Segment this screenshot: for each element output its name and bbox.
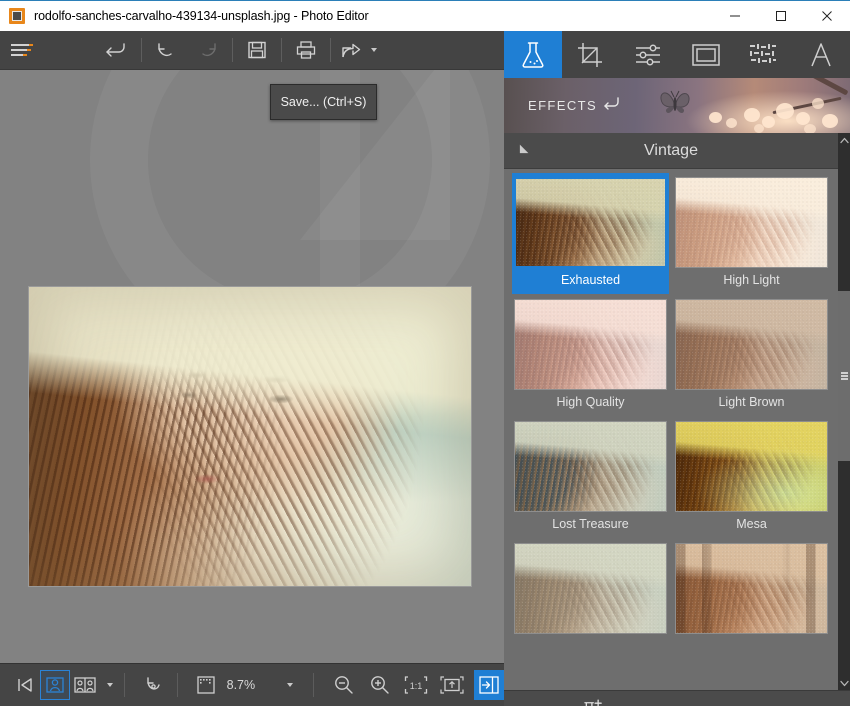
menu-button[interactable] <box>0 31 44 70</box>
minimize-button[interactable] <box>712 1 758 32</box>
effect-item-7[interactable] <box>512 539 669 646</box>
effect-item-high-light[interactable]: High Light <box>673 173 830 294</box>
effect-label: Mesa <box>736 517 767 531</box>
effect-item-8[interactable] <box>673 539 830 646</box>
window-controls <box>712 1 850 32</box>
status-divider-1 <box>123 673 125 697</box>
maximize-button[interactable] <box>758 1 804 32</box>
rotate-button[interactable] <box>138 670 168 700</box>
compare-dropdown-caret[interactable] <box>106 683 113 687</box>
effects-scrollbar[interactable] <box>838 133 850 690</box>
collapse-triangle-icon[interactable] <box>515 144 529 157</box>
single-image-view-button[interactable] <box>39 670 70 700</box>
effect-label: Exhausted <box>560 273 621 287</box>
save-settings-as-new-effect-button[interactable]: Save settings as new effect <box>504 690 850 706</box>
tab-text[interactable] <box>792 31 850 78</box>
effect-item-light-brown[interactable]: Light Brown <box>673 295 830 416</box>
effect-thumbnail[interactable] <box>514 421 667 512</box>
effect-item-high-quality[interactable]: High Quality <box>512 295 669 416</box>
effect-label <box>673 634 830 646</box>
effect-thumbnail[interactable] <box>675 177 828 268</box>
toolbar-divider-2 <box>232 38 233 62</box>
scroll-up-arrow-icon[interactable] <box>838 133 850 147</box>
zoom-out-button[interactable] <box>329 670 359 700</box>
tab-frame[interactable] <box>677 31 735 78</box>
effect-item-exhausted[interactable]: Exhausted <box>512 173 669 294</box>
close-button[interactable] <box>804 1 850 32</box>
right-panel: EFFECTS Vintage Exhausted High Light Hig… <box>504 31 850 706</box>
toolbar-divider-1 <box>141 38 142 62</box>
effect-label: High Quality <box>556 395 625 409</box>
tab-crop[interactable] <box>562 31 620 78</box>
tab-texture[interactable] <box>734 31 792 78</box>
image-file-icon <box>9 8 25 24</box>
effect-thumbnail[interactable] <box>675 543 828 634</box>
print-button[interactable] <box>285 31 327 70</box>
step-back-button[interactable] <box>145 31 187 70</box>
texture-icon <box>750 43 777 63</box>
effect-thumbnail[interactable] <box>514 543 667 634</box>
undo-button[interactable] <box>96 31 138 70</box>
title-bar: rodolfo-sanches-carvalho-439134-unsplash… <box>0 0 850 31</box>
canvas-area[interactable] <box>0 70 504 663</box>
effect-label <box>512 634 669 646</box>
section-title: Vintage <box>644 141 698 159</box>
tab-adjust[interactable] <box>619 31 677 78</box>
window-title: rodolfo-sanches-carvalho-439134-unsplash… <box>34 9 369 23</box>
panel-tabs <box>504 31 850 78</box>
zoom-in-button[interactable] <box>365 670 395 700</box>
toolbar-divider-4 <box>330 38 331 62</box>
effect-label: High Light <box>723 273 780 287</box>
frame-icon <box>691 43 720 66</box>
scrollbar-track[interactable] <box>838 147 850 676</box>
share-button[interactable] <box>334 31 368 70</box>
status-divider-3 <box>312 673 314 697</box>
zoom-dropdown-caret[interactable] <box>286 683 293 687</box>
effect-thumbnail[interactable] <box>514 299 667 390</box>
step-forward-button <box>187 31 229 70</box>
effect-thumbnail[interactable] <box>514 177 667 268</box>
flask-icon <box>522 41 544 68</box>
effect-item-mesa[interactable]: Mesa <box>673 417 830 538</box>
butterfly-icon <box>654 86 696 125</box>
effects-title: EFFECTS <box>528 98 598 113</box>
share-dropdown-caret[interactable] <box>371 48 377 52</box>
status-bar: 8.7% 1:1 <box>0 663 504 706</box>
effect-label: Lost Treasure <box>552 517 629 531</box>
effects-grid[interactable]: Exhausted High Light High Quality Light … <box>504 169 838 690</box>
effect-thumbnail[interactable] <box>675 421 828 512</box>
previous-image-button[interactable] <box>10 670 40 700</box>
toolbar-divider-3 <box>281 38 282 62</box>
effect-label: Light Brown <box>718 395 785 409</box>
tab-effects[interactable] <box>504 31 562 78</box>
effects-header: EFFECTS <box>528 78 621 133</box>
zoom-level-value: 8.7% <box>226 678 256 692</box>
compare-view-button[interactable] <box>70 670 100 700</box>
scroll-down-arrow-icon[interactable] <box>838 676 850 690</box>
selection-size-button[interactable] <box>191 670 221 700</box>
section-header-vintage[interactable]: Vintage <box>504 133 838 169</box>
toggle-side-panel-button[interactable] <box>474 670 504 700</box>
flask-plus-icon <box>578 699 603 706</box>
save-button[interactable] <box>236 31 278 70</box>
save-tooltip: Save... (Ctrl+S) <box>270 84 377 120</box>
effect-item-lost-treasure[interactable]: Lost Treasure <box>512 417 669 538</box>
reset-arrow-icon[interactable] <box>604 96 621 116</box>
photo-canvas-image[interactable] <box>28 286 472 587</box>
svg-text:1:1: 1:1 <box>410 681 423 691</box>
main-toolbar <box>0 31 504 70</box>
text-icon <box>811 42 831 66</box>
sliders-icon <box>635 44 660 65</box>
actual-size-button[interactable]: 1:1 <box>401 670 432 700</box>
effect-thumbnail[interactable] <box>675 299 828 390</box>
fit-to-screen-button[interactable] <box>436 670 469 700</box>
scrollbar-thumb[interactable] <box>838 291 850 461</box>
crop-icon <box>578 42 603 67</box>
status-divider-2 <box>176 673 178 697</box>
